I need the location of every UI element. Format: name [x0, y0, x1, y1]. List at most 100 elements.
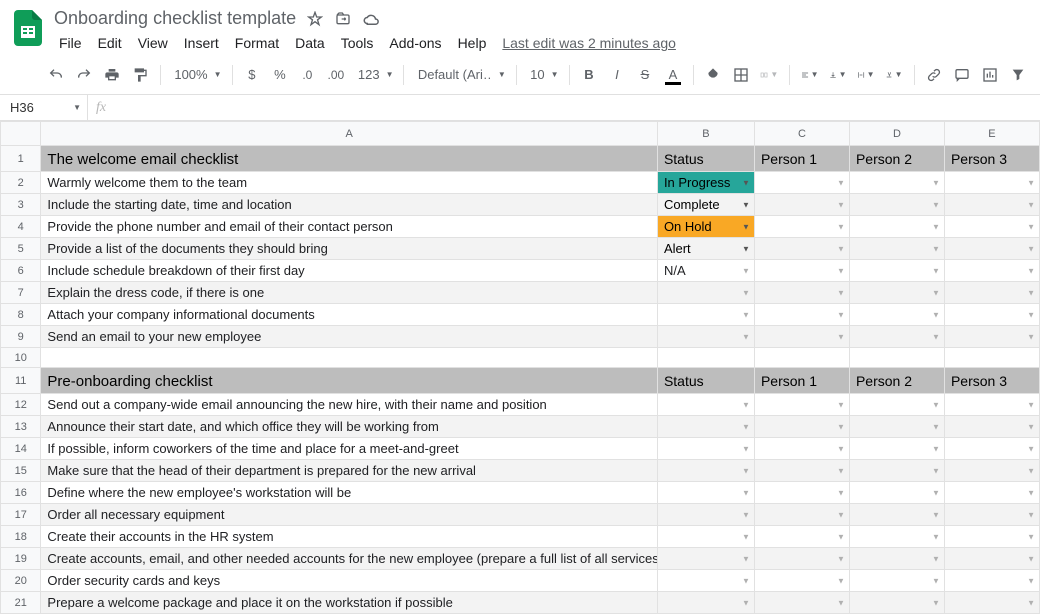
chevron-down-icon[interactable]: ▼: [932, 466, 940, 475]
last-edit-link[interactable]: Last edit was 2 minutes ago: [495, 31, 683, 55]
cell[interactable]: Announce their start date, and which off…: [41, 416, 658, 438]
cell[interactable]: [41, 348, 658, 368]
cell[interactable]: ▼: [944, 548, 1039, 570]
cell[interactable]: Warmly welcome them to the team: [41, 172, 658, 194]
row-header[interactable]: 4: [1, 216, 41, 238]
cell[interactable]: Create accounts, email, and other needed…: [41, 548, 658, 570]
col-header-A[interactable]: A: [41, 122, 658, 146]
menu-addons[interactable]: Add-ons: [382, 31, 448, 55]
chevron-down-icon[interactable]: ▼: [932, 598, 940, 607]
h-align-icon[interactable]: ▼: [798, 62, 822, 88]
chevron-down-icon[interactable]: ▼: [742, 488, 750, 497]
cell[interactable]: Alert▼: [657, 238, 754, 260]
chevron-down-icon[interactable]: ▼: [742, 466, 750, 475]
cell[interactable]: ▼: [754, 526, 849, 548]
cell[interactable]: ▼: [754, 394, 849, 416]
italic-icon[interactable]: I: [605, 62, 629, 88]
spreadsheet-grid[interactable]: A B C D E 1The welcome email checklistSt…: [0, 121, 1040, 614]
chevron-down-icon[interactable]: ▼: [1027, 532, 1035, 541]
insert-chart-icon[interactable]: [978, 62, 1002, 88]
cell[interactable]: ▼: [849, 570, 944, 592]
chevron-down-icon[interactable]: ▼: [742, 178, 750, 187]
cell[interactable]: [657, 348, 754, 368]
menu-view[interactable]: View: [131, 31, 175, 55]
cell[interactable]: ▼: [849, 526, 944, 548]
cell[interactable]: [944, 348, 1039, 368]
increase-decimal-icon[interactable]: .00: [324, 62, 348, 88]
redo-icon[interactable]: [72, 62, 96, 88]
chevron-down-icon[interactable]: ▼: [837, 554, 845, 563]
cell[interactable]: ▼: [754, 504, 849, 526]
cell[interactable]: ▼: [754, 482, 849, 504]
chevron-down-icon[interactable]: ▼: [742, 222, 750, 231]
menu-tools[interactable]: Tools: [334, 31, 381, 55]
menu-file[interactable]: File: [52, 31, 89, 55]
cell[interactable]: Define where the new employee's workstat…: [41, 482, 658, 504]
cell[interactable]: Status: [657, 368, 754, 394]
chevron-down-icon[interactable]: ▼: [742, 400, 750, 409]
cell[interactable]: ▼: [849, 460, 944, 482]
chevron-down-icon[interactable]: ▼: [1027, 310, 1035, 319]
cell[interactable]: ▼: [849, 482, 944, 504]
borders-icon[interactable]: [729, 62, 753, 88]
zoom-select[interactable]: 100%▼: [168, 67, 223, 82]
print-icon[interactable]: [100, 62, 124, 88]
menu-insert[interactable]: Insert: [177, 31, 226, 55]
chevron-down-icon[interactable]: ▼: [932, 310, 940, 319]
chevron-down-icon[interactable]: ▼: [837, 510, 845, 519]
cell[interactable]: ▼: [657, 482, 754, 504]
chevron-down-icon[interactable]: ▼: [742, 332, 750, 341]
chevron-down-icon[interactable]: ▼: [1027, 400, 1035, 409]
chevron-down-icon[interactable]: ▼: [837, 422, 845, 431]
cell[interactable]: ▼: [944, 238, 1039, 260]
row-header[interactable]: 16: [1, 482, 41, 504]
chevron-down-icon[interactable]: ▼: [1027, 598, 1035, 607]
chevron-down-icon[interactable]: ▼: [932, 422, 940, 431]
chevron-down-icon[interactable]: ▼: [742, 310, 750, 319]
cell[interactable]: ▼: [657, 504, 754, 526]
cell[interactable]: ▼: [657, 416, 754, 438]
chevron-down-icon[interactable]: ▼: [837, 598, 845, 607]
menu-format[interactable]: Format: [228, 31, 286, 55]
cell[interactable]: ▼: [849, 194, 944, 216]
chevron-down-icon[interactable]: ▼: [1027, 510, 1035, 519]
row-header[interactable]: 10: [1, 348, 41, 368]
text-color-icon[interactable]: A: [661, 62, 685, 88]
row-header[interactable]: 11: [1, 368, 41, 394]
cell[interactable]: ▼: [944, 482, 1039, 504]
col-header-B[interactable]: B: [657, 122, 754, 146]
cell[interactable]: ▼: [657, 438, 754, 460]
cell[interactable]: ▼: [657, 282, 754, 304]
chevron-down-icon[interactable]: ▼: [932, 532, 940, 541]
chevron-down-icon[interactable]: ▼: [837, 400, 845, 409]
cell[interactable]: ▼: [754, 592, 849, 614]
cell[interactable]: Explain the dress code, if there is one: [41, 282, 658, 304]
col-header-E[interactable]: E: [944, 122, 1039, 146]
cell[interactable]: ▼: [754, 438, 849, 460]
cell[interactable]: The welcome email checklist: [41, 146, 658, 172]
row-header[interactable]: 8: [1, 304, 41, 326]
chevron-down-icon[interactable]: ▼: [837, 332, 845, 341]
cell[interactable]: ▼: [849, 282, 944, 304]
decrease-decimal-icon[interactable]: .0: [296, 62, 320, 88]
chevron-down-icon[interactable]: ▼: [742, 244, 750, 253]
font-select[interactable]: Default (Ari…▼: [412, 67, 508, 82]
cell[interactable]: N/A▼: [657, 260, 754, 282]
cell[interactable]: Complete▼: [657, 194, 754, 216]
doc-name[interactable]: Onboarding checklist template: [54, 8, 296, 29]
cell[interactable]: ▼: [657, 326, 754, 348]
font-size-select[interactable]: 10▼: [524, 67, 560, 82]
chevron-down-icon[interactable]: ▼: [742, 532, 750, 541]
chevron-down-icon[interactable]: ▼: [1027, 288, 1035, 297]
col-header-D[interactable]: D: [849, 122, 944, 146]
chevron-down-icon[interactable]: ▼: [1027, 266, 1035, 275]
chevron-down-icon[interactable]: ▼: [1027, 488, 1035, 497]
filter-icon[interactable]: [1006, 62, 1030, 88]
row-header[interactable]: 3: [1, 194, 41, 216]
cell[interactable]: ▼: [657, 548, 754, 570]
cell[interactable]: ▼: [754, 260, 849, 282]
cell[interactable]: ▼: [944, 460, 1039, 482]
cell[interactable]: Provide a list of the documents they sho…: [41, 238, 658, 260]
row-header[interactable]: 21: [1, 592, 41, 614]
cell[interactable]: Send out a company-wide email announcing…: [41, 394, 658, 416]
